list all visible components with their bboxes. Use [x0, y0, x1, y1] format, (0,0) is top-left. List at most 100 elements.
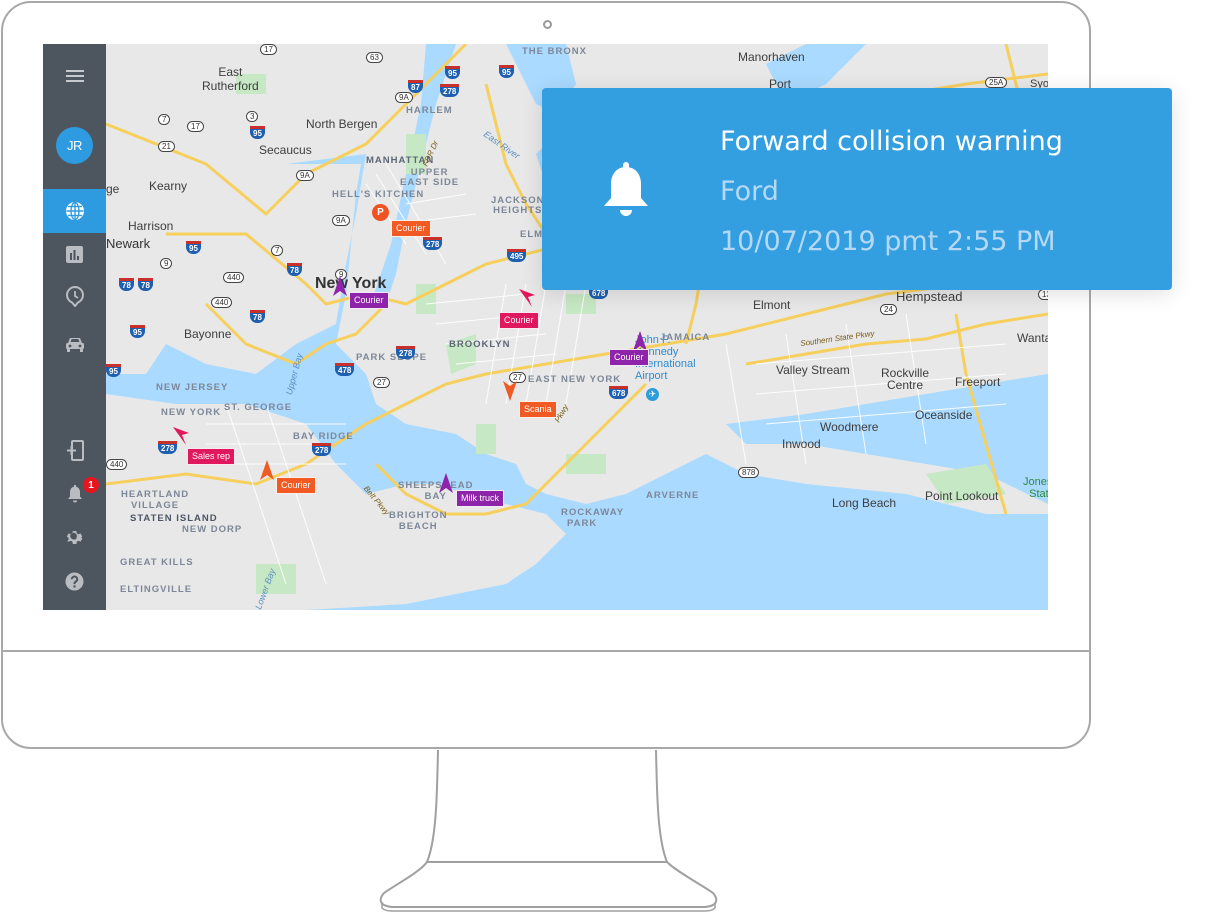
map-label-new-york: New York — [315, 275, 387, 292]
vehicle-arrow-north-icon[interactable] — [333, 276, 347, 296]
interstate-278-shield: 278 — [423, 237, 443, 250]
globe-icon — [65, 201, 84, 221]
vehicle-tag-courier[interactable]: Courier — [349, 292, 389, 309]
map-label-jackson-heights: JACKSON HEIGHTS — [491, 195, 545, 216]
map-label-woodmere: Woodmere — [820, 420, 879, 434]
vehicle-arrow-north-icon[interactable] — [260, 460, 274, 480]
route-9a-marker: 9A — [395, 92, 413, 103]
map-label-oceanside: Oceanside — [915, 408, 973, 422]
map-label-new-dorp: NEW DORP — [182, 524, 243, 535]
vehicle-arrow-southeast-icon[interactable] — [519, 289, 535, 307]
map-label-newark: Newark — [106, 236, 151, 251]
route-63-marker: 63 — [366, 52, 383, 63]
route-17-marker: 17 — [187, 121, 204, 132]
map-label-freeport: Freeport — [955, 375, 1001, 389]
sidebar-item-settings[interactable] — [43, 517, 106, 557]
map-label-manorhaven: Manorhaven — [738, 50, 805, 64]
bell-icon — [67, 484, 82, 502]
interstate-95-shield: 95 — [499, 65, 514, 78]
vehicle-tag-scania[interactable]: Scania — [519, 401, 557, 418]
gear-icon — [66, 530, 83, 544]
interstate-678-shield: 678 — [609, 386, 629, 399]
map-label-new-york-state: NEW YORK — [161, 407, 222, 418]
vehicle-arrow-north-icon[interactable] — [439, 473, 453, 493]
map-label-rockaway-park: ROCKAWAY PARK — [561, 507, 625, 529]
notification-toast[interactable]: Forward collision warning Ford 10/07/201… — [542, 88, 1172, 290]
route-9-marker: 9A — [296, 170, 314, 181]
vehicle-arrow-north-icon[interactable] — [633, 331, 647, 351]
map-label-east-rutherford: East Rutherford — [202, 65, 259, 93]
bar-chart-icon — [66, 245, 83, 263]
interstate-278-shield: 278 — [312, 443, 332, 456]
map-label-ge: ge — [106, 182, 120, 196]
vehicle-tag-sales-rep[interactable]: Sales rep — [187, 448, 236, 465]
route-440-marker: 440 — [106, 459, 128, 470]
map-label-new-jersey: NEW JERSEY — [156, 382, 229, 393]
map-label-harlem: HARLEM — [406, 105, 453, 116]
vehicle-tag-courier[interactable]: Courier — [391, 220, 431, 237]
map-label-inwood: Inwood — [782, 437, 821, 451]
map-label-great-kills: GREAT KILLS — [120, 557, 194, 568]
map-label-north-bergen: North Bergen — [306, 117, 378, 131]
sidebar-item-vehicles[interactable] — [43, 324, 106, 364]
interstate-78-shield: 78 — [138, 278, 153, 291]
route-440-marker: 440 — [223, 272, 245, 283]
interstate-78-shield: 78 — [250, 310, 265, 323]
map-label-hempstead: Hempstead — [896, 289, 963, 304]
interstate-95-shield: 95 — [445, 66, 460, 79]
map-label-bay-ridge: BAY RIDGE — [293, 431, 354, 442]
sidebar-item-help[interactable] — [43, 561, 106, 601]
monitor-chin-divider — [3, 650, 1089, 652]
camera-dot — [543, 20, 552, 29]
menu-button[interactable] — [43, 56, 106, 96]
map-label-kearny: Kearny — [149, 179, 188, 193]
sidebar-item-map[interactable] — [43, 189, 106, 233]
user-avatar[interactable]: JR — [56, 127, 93, 164]
map-label-valley-stream: Valley Stream — [776, 363, 850, 377]
sidebar-item-history[interactable] — [43, 276, 106, 316]
exit-icon — [66, 439, 84, 461]
map-label-st-george: ST. GEORGE — [224, 402, 293, 413]
notification-vehicle: Ford — [720, 176, 779, 207]
vehicle-tag-courier[interactable]: Courier — [276, 477, 316, 494]
vehicle-arrow-southeast-icon[interactable] — [173, 427, 189, 445]
vehicle-arrow-south-icon[interactable] — [503, 381, 517, 401]
map-label-rockville-centre: Rockville Centre — [881, 366, 930, 392]
map-label-heartland-village: HEARTLAND VILLAGE — [121, 489, 190, 511]
clock-pin-icon — [65, 285, 84, 307]
route-27-marker: 27 — [373, 377, 390, 388]
map-label-point-lookout: Point Lookout — [925, 489, 999, 503]
map-label-east-new-york: EAST NEW YORK — [528, 374, 622, 385]
map-label-the-bronx: THE BRONX — [522, 46, 587, 57]
sidebar-item-reports[interactable] — [43, 234, 106, 274]
interstate-78-shield: 78 — [119, 278, 134, 291]
interstate-78-shield: 78 — [287, 263, 302, 276]
vehicle-tag-milk-truck[interactable]: Milk truck — [456, 490, 504, 507]
map-label-eltingville: ELTINGVILLE — [120, 584, 193, 595]
notification-timestamp: 10/07/2019 pmt 2:55 PM — [720, 226, 1056, 257]
interstate-95-shield: 95 — [130, 325, 145, 338]
map-label-upper-east-side: UPPER EAST SIDE — [400, 167, 460, 188]
map-label-jones-beach: Jones BeachState Park — [1023, 476, 1048, 500]
map-label-arverne: ARVERNE — [646, 490, 700, 501]
map-label-secaucus: Secaucus — [259, 143, 312, 157]
map-label-long-beach: Long Beach — [832, 496, 897, 510]
route-25a-marker: 25A — [985, 77, 1008, 88]
interstate-495-shield: 495 — [507, 249, 527, 262]
route-24-marker: 24 — [880, 304, 897, 315]
bell-icon — [604, 162, 648, 216]
interstate-478-shield: 478 — [335, 363, 355, 376]
route-135-marker: 135 — [1038, 289, 1048, 300]
map-label-hells-kitchen: HELL'S KITCHEN — [332, 189, 425, 200]
map-label-brighton-beach: BRIGHTON BEACH — [389, 510, 448, 532]
vehicle-parked-marker[interactable]: P — [372, 204, 389, 221]
airport-icon: ✈ — [646, 388, 659, 401]
car-icon — [65, 338, 84, 352]
map-label-staten-island: STATEN ISLAND — [130, 513, 218, 524]
sidebar-item-logout[interactable] — [43, 430, 106, 470]
vehicle-tag-courier[interactable]: Courier — [609, 349, 649, 366]
map-label-harrison: Harrison — [128, 219, 174, 233]
route-878-marker: 878 — [738, 467, 760, 478]
interstate-95-shield: 95 — [186, 241, 201, 254]
vehicle-tag-courier[interactable]: Courier — [499, 312, 539, 329]
